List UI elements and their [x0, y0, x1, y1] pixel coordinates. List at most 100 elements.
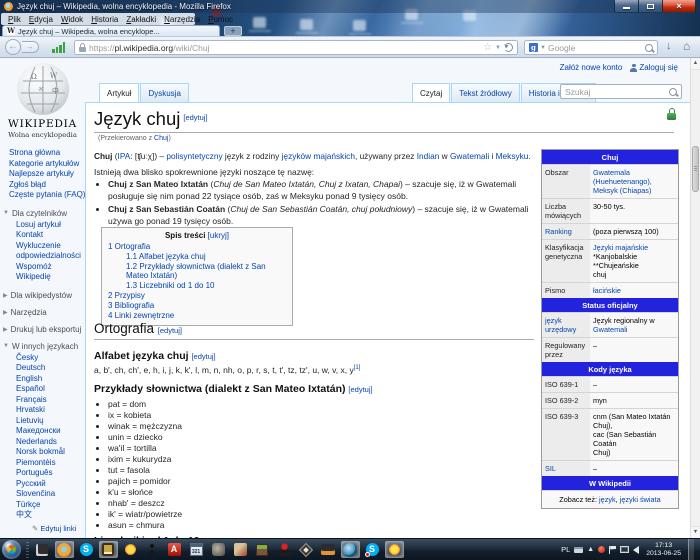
infobox-link[interactable]: język	[599, 495, 616, 504]
browser-tab[interactable]: W Język chuj – Wikipedia, wolna encyklop…	[2, 25, 220, 36]
taskbar-icon-photo-viewer[interactable]	[297, 541, 316, 558]
toc-link[interactable]: 4 Linki zewnętrzne	[108, 311, 286, 321]
page-tab-dyskusja[interactable]: Dyskusja	[140, 83, 188, 102]
edit-section-link[interactable]: [edytuj]	[348, 385, 372, 394]
toc-link[interactable]: 1 Ortografia	[108, 242, 286, 252]
menu-pomoc[interactable]: Pomoc	[204, 15, 237, 24]
intro-link[interactable]: polisyntetyczny	[166, 151, 222, 161]
sidebar-edit-links[interactable]: ✎ Edytuj linki	[0, 524, 85, 533]
page-tab-tekst-źródłowy[interactable]: Tekst źródłowy	[451, 83, 519, 102]
sidebar-section-dla-wikipedystów[interactable]: ▶Dla wikipedystów	[0, 291, 85, 300]
wiki-search-box[interactable]: Szukaj	[560, 84, 682, 99]
toc-link[interactable]: 1.3 Liczebniki od 1 do 10	[108, 281, 286, 291]
start-button[interactable]	[2, 540, 21, 559]
wiki-search-icon[interactable]	[669, 88, 677, 96]
sidebar-link-wykluczenie-odpowiedzialności[interactable]: Wykluczenie odpowiedzialności	[16, 241, 88, 262]
infobox-link[interactable]: Gwatemali	[593, 325, 627, 334]
search-icon[interactable]	[645, 44, 653, 52]
page-tab-artykuł[interactable]: Artykuł	[99, 83, 139, 102]
edit-section-link[interactable]: [edytuj]	[183, 113, 207, 122]
sidebar-link-sloven-ina[interactable]: Slovenčina	[16, 489, 85, 500]
taskbar-icon-media-player-classic[interactable]	[187, 541, 206, 558]
url-bar[interactable]: https://pl.wikipedia.org/wiki/Chuj ☆ ▼	[74, 40, 518, 55]
wikipedia-globe-logo[interactable]: ΩWא中	[17, 63, 69, 115]
printer-tray-icon[interactable]	[574, 547, 583, 553]
taskbar-icon-stickman-app[interactable]	[143, 541, 162, 558]
search-bar[interactable]: g ▼ Google	[524, 40, 658, 55]
forward-button[interactable]: →	[22, 41, 39, 53]
antivirus-tray-icon[interactable]	[598, 546, 605, 553]
sidebar-link-espa-ol[interactable]: Español	[16, 384, 85, 395]
scroll-down-icon[interactable]: ▼	[691, 526, 700, 538]
scroll-up-icon[interactable]: ▲	[691, 58, 700, 70]
downloads-button[interactable]: ↓	[666, 41, 672, 52]
infobox-link[interactable]: języki świata	[620, 495, 661, 504]
reference-link[interactable]: [1]	[354, 365, 361, 371]
taskbar-icon-game-1[interactable]	[209, 541, 228, 558]
toc-link[interactable]: 3 Bibliografia	[108, 301, 286, 311]
sidebar-section-dla-czytelników[interactable]: ▼Dla czytelników	[0, 209, 85, 218]
sidebar-link-kategorie-artykułów[interactable]: Kategorie artykułów	[9, 159, 85, 170]
login-link[interactable]: Zaloguj się	[630, 63, 678, 72]
sidebar-link-nederlands[interactable]: Nederlands	[16, 437, 85, 448]
search-engine-dropdown-icon[interactable]: ▼	[540, 45, 546, 51]
action-center-flag-icon[interactable]	[609, 546, 616, 554]
taskbar-icon-globe-app[interactable]	[341, 541, 360, 558]
edit-section-link[interactable]: [edytuj]	[158, 326, 182, 335]
sidebar-section-w-innych-językach[interactable]: ▼W innych językach	[0, 342, 85, 351]
menu-edycja[interactable]: Edycja	[25, 15, 57, 24]
sidebar-link-kontakt[interactable]: Kontakt	[16, 230, 85, 241]
redirect-link[interactable]: Chuj	[154, 135, 168, 142]
page-tab-czytaj[interactable]: Czytaj	[412, 83, 450, 102]
url-text[interactable]: https://pl.wikipedia.org/wiki/Chuj	[89, 43, 480, 53]
vertical-scrollbar[interactable]: ▲ ▼	[690, 58, 700, 538]
window-titlebar[interactable]: Język chuj – Wikipedia, wolna encykloped…	[0, 0, 700, 13]
maximize-button[interactable]	[638, 0, 662, 13]
sidebar-link--[interactable]: Русский	[16, 479, 85, 490]
sidebar-link-najlepsze-artykuły[interactable]: Najlepsze artykuły	[9, 169, 85, 180]
infobox-link[interactable]: łacińskie	[593, 286, 621, 295]
intro-link[interactable]: Gwatemali	[450, 151, 489, 161]
taskbar-icon-graphics-editor[interactable]	[33, 541, 52, 558]
infobox-label[interactable]: SIL	[542, 461, 590, 476]
menu-widok[interactable]: Widok	[57, 15, 87, 24]
sidebar-link-lietuvi-[interactable]: Lietuvių	[16, 416, 85, 427]
sidebar-link-wspomóż-wikipedię[interactable]: Wspomóż Wikipedię	[16, 262, 88, 283]
taskbar-icon-chat-app[interactable]	[99, 541, 118, 558]
intro-link[interactable]: IPA	[118, 151, 131, 161]
back-button[interactable]: ←	[5, 39, 21, 55]
sidebar-link-hrvatski[interactable]: Hrvatski	[16, 405, 85, 416]
sidebar-link-norsk-bokm-l[interactable]: Norsk bokmål	[16, 447, 85, 458]
infobox-link[interactable]: Meksyk (Chiapas)	[593, 186, 651, 195]
reload-icon[interactable]	[504, 43, 513, 52]
extension-bars-icon[interactable]	[52, 41, 67, 53]
menu-historia[interactable]: Historia	[87, 15, 122, 24]
taskbar-icon-minecraft[interactable]	[253, 541, 272, 558]
taskbar-icon-skype[interactable]	[77, 541, 96, 558]
intro-link[interactable]: języków majańskich	[282, 151, 355, 161]
infobox-link[interactable]: Gwatemala (Huehuetenango),	[593, 168, 652, 186]
menu-plik[interactable]: Plik	[4, 15, 25, 24]
taskbar-icon-firefox[interactable]	[55, 541, 74, 558]
toc-link[interactable]: 1.1 Alfabet języka chuj	[108, 252, 286, 262]
minimize-button[interactable]	[614, 0, 638, 13]
menu-narzędzia[interactable]: Narzędzia	[160, 15, 204, 24]
sidebar-link-zgłoś-błąd[interactable]: Zgłoś błąd	[9, 180, 85, 191]
home-button[interactable]: ⌂	[683, 40, 690, 53]
sidebar-section-narzędzia[interactable]: ▶Narzędzia	[0, 308, 85, 317]
tray-expand-icon[interactable]: ▲	[587, 546, 594, 553]
network-tray-icon[interactable]	[620, 546, 629, 553]
intro-link[interactable]: Meksyku	[496, 151, 529, 161]
menu-zakładki[interactable]: Zakładki	[122, 15, 160, 24]
sidebar-link-deutsch[interactable]: Deutsch	[16, 363, 85, 374]
sidebar-link-english[interactable]: English	[16, 374, 85, 385]
bookmark-star-icon[interactable]: ☆	[483, 43, 492, 53]
volume-tray-icon[interactable]	[633, 546, 639, 554]
sidebar-link--[interactable]: Македонски	[16, 426, 85, 437]
sidebar-link-fran-ais[interactable]: Français	[16, 395, 85, 406]
sidebar-link-portugu-s[interactable]: Português	[16, 468, 85, 479]
sidebar-section-drukuj-lub-eksportuj[interactable]: ▶Drukuj lub eksportuj	[0, 325, 85, 334]
sidebar-link-strona-główna[interactable]: Strona główna	[9, 148, 85, 159]
show-desktop-button[interactable]	[688, 539, 694, 560]
clock[interactable]: 17:13 2013-06-25	[643, 542, 684, 558]
